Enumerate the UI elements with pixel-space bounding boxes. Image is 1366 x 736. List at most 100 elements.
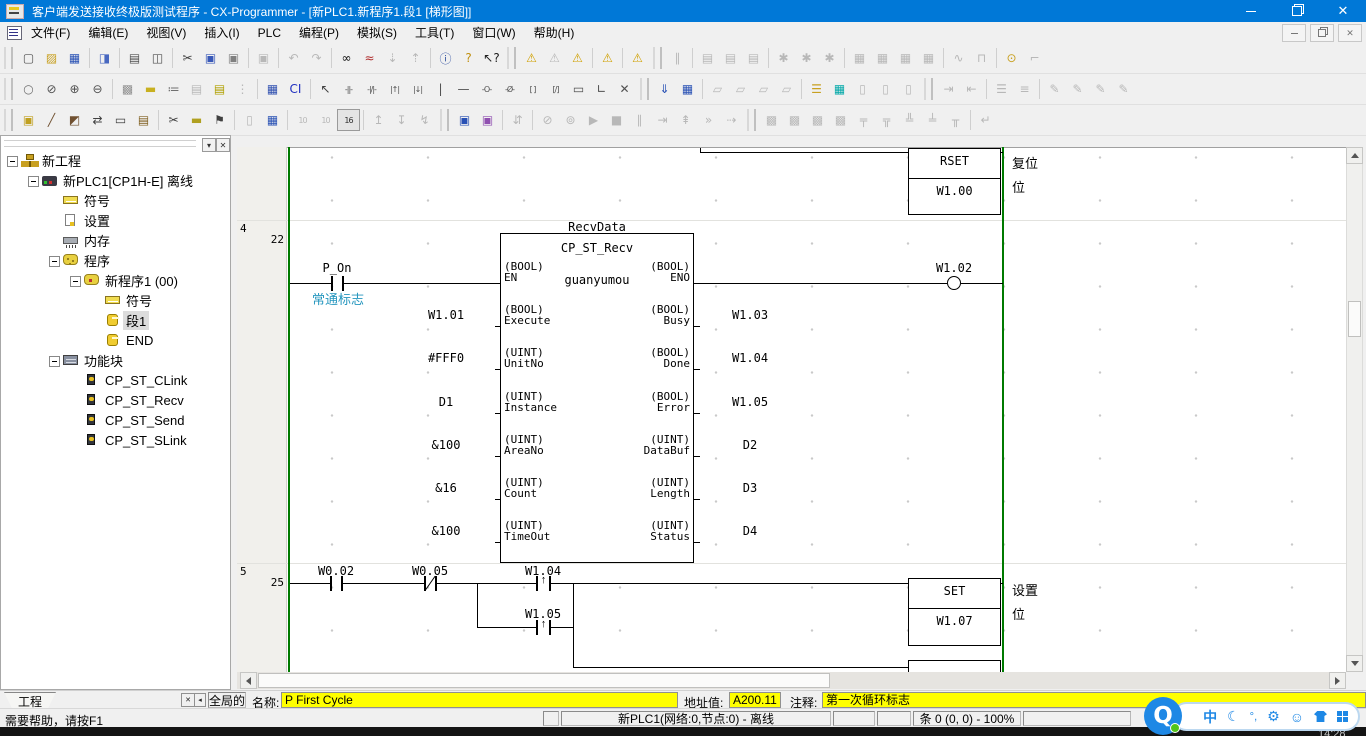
list-style-1-button[interactable]: ☰ — [990, 78, 1013, 100]
menu-tools[interactable]: 工具(T) — [406, 22, 463, 43]
ink-1-button[interactable]: ✎ — [1043, 78, 1066, 100]
watch-prev-button[interactable]: ◂ — [194, 693, 206, 707]
tree-item-section1[interactable]: 段1 — [123, 312, 149, 329]
tree-item-function-blocks[interactable]: 功能块 — [81, 352, 126, 369]
paste-button[interactable]: ▣ — [222, 47, 245, 69]
new-coil-closed-button[interactable]: -Ø- — [498, 78, 521, 100]
tree-expander[interactable] — [49, 356, 60, 367]
sim-run-button[interactable]: ▶ — [582, 109, 605, 131]
print-preview-button[interactable]: ◫ — [146, 47, 169, 69]
find-next-button[interactable]: ⇣ — [381, 47, 404, 69]
minimize-button[interactable] — [1228, 0, 1274, 22]
force-off-button[interactable]: ↧ — [390, 109, 413, 131]
grid-toggle-button[interactable]: ▩ — [116, 78, 139, 100]
fb-input-value-unitno[interactable]: #FFF0 — [404, 351, 488, 365]
tree-expander[interactable] — [49, 256, 60, 267]
io-table-2-button[interactable]: ▦ — [871, 47, 894, 69]
mode-program-button[interactable]: ⊘ — [536, 109, 559, 131]
fb-output-value-done[interactable]: W1.04 — [708, 351, 792, 365]
open-file-button[interactable]: ▨ — [40, 47, 63, 69]
zoom-region-button[interactable]: ⊘ — [40, 78, 63, 100]
mdi-close-button[interactable]: ✕ — [1338, 24, 1362, 42]
menu-program[interactable]: 编程(P) — [290, 22, 348, 43]
tree-item-cp-st-recv[interactable]: CP_ST_Recv — [102, 392, 187, 409]
fb-input-value-instance[interactable]: D1 — [404, 395, 488, 409]
fb-apply-button[interactable]: ⇓ — [653, 78, 676, 100]
about-button[interactable]: ⓘ — [434, 47, 457, 69]
menu-insert[interactable]: 插入(I) — [195, 22, 248, 43]
sim-stop-button[interactable]: ■ — [605, 109, 628, 131]
fb-input-value-execute[interactable]: W1.01 — [404, 308, 488, 322]
vertical-line-button[interactable]: | — [429, 78, 452, 100]
ink-2-button[interactable]: ✎ — [1066, 78, 1089, 100]
diff-monitor-1-button[interactable]: ▩ — [760, 109, 783, 131]
watch-window-1-button[interactable]: ∿ — [947, 47, 970, 69]
fb-view-1-button[interactable]: ▯ — [851, 78, 874, 100]
list-style-2-button[interactable]: ≡ — [1013, 78, 1036, 100]
contact-operand[interactable]: W0.05 — [388, 564, 472, 578]
fb-output-value-status[interactable]: D4 — [708, 524, 792, 538]
comment-edit-button[interactable]: ▬ — [185, 109, 208, 131]
set-instruction-box[interactable]: SET W1.07 — [908, 578, 1001, 646]
ime-moon-icon[interactable]: ☾ — [1227, 708, 1240, 725]
scroll-right-button[interactable] — [1329, 672, 1346, 689]
save-file-button[interactable]: ▦ — [63, 47, 86, 69]
report-2-button[interactable]: ▤ — [719, 47, 742, 69]
rung-wrap-button[interactable]: ▤ — [208, 78, 231, 100]
transfer-button[interactable]: ⚠ — [626, 47, 649, 69]
zoom-out-button[interactable]: ⊖ — [86, 78, 109, 100]
differentiate-1-button[interactable]: ╤ — [852, 109, 875, 131]
window-layout-button[interactable]: ▣ — [17, 109, 40, 131]
differentiate-4-button[interactable]: ╧ — [921, 109, 944, 131]
tree-item-memory[interactable]: 内存 — [81, 232, 113, 249]
properties-button[interactable]: ▤ — [132, 109, 155, 131]
address-value-field[interactable]: A200.11 — [729, 692, 781, 708]
tree-item-new-plc1[interactable]: 新PLC1[CP1H-E] 离线 — [60, 172, 196, 189]
undo-button[interactable]: ↶ — [282, 47, 305, 69]
contact-operand[interactable]: W1.04 — [501, 564, 585, 578]
diff-monitor-3-button[interactable]: ▩ — [806, 109, 829, 131]
monitor-doc-button[interactable]: ▯ — [238, 109, 261, 131]
fb-instance-tree-button[interactable]: ☰ — [805, 78, 828, 100]
option-2-button[interactable]: ✱ — [795, 47, 818, 69]
scroll-left-button[interactable] — [240, 672, 257, 689]
tree-expander[interactable] — [28, 176, 39, 187]
io-table-3-button[interactable]: ▦ — [894, 47, 917, 69]
tree-item-cp-st-clink[interactable]: CP_ST_CLink — [102, 372, 190, 389]
force-cancel-button[interactable]: ↯ — [413, 109, 436, 131]
option-3-button[interactable]: ✱ — [818, 47, 841, 69]
io-table-4-button[interactable]: ▦ — [917, 47, 940, 69]
fb-input-value-areano[interactable]: &100 — [404, 438, 488, 452]
force-on-button[interactable]: ↥ — [367, 109, 390, 131]
fb-output-value-busy[interactable]: W1.03 — [708, 308, 792, 322]
cut-button[interactable]: ✂ — [176, 47, 199, 69]
ime-wrench-icon[interactable]: ⚙ — [1267, 708, 1280, 725]
fb-param-2-button[interactable]: ▱ — [729, 78, 752, 100]
help-button[interactable]: ? — [457, 47, 480, 69]
delete-element-button[interactable]: ✕ — [613, 78, 636, 100]
indent-button[interactable]: ⇥ — [937, 78, 960, 100]
view-mnemonics-button[interactable]: ▦ — [261, 78, 284, 100]
pause-monitor-button[interactable]: ∥ — [666, 47, 689, 69]
select-tool-button[interactable]: ↖ — [314, 78, 337, 100]
find-button[interactable]: ∞ — [335, 47, 358, 69]
fb-output-value-error[interactable]: W1.05 — [708, 395, 792, 409]
fb-param-3-button[interactable]: ▱ — [752, 78, 775, 100]
cross-reference-button[interactable]: ✂ — [162, 109, 185, 131]
output-coil[interactable] — [947, 276, 961, 290]
outdent-button[interactable]: ⇤ — [960, 78, 983, 100]
fb-hr-view-button[interactable]: ▦ — [828, 78, 851, 100]
online-edit-button[interactable]: ⚠ — [596, 47, 619, 69]
ladder-editor-canvas[interactable] — [237, 147, 1346, 672]
tree-item-programs[interactable]: 程序 — [81, 252, 113, 269]
zoom-tool-button[interactable]: ○ — [17, 78, 40, 100]
menu-plc[interactable]: PLC — [249, 24, 290, 42]
sim-scan-run-button[interactable]: ⇢ — [720, 109, 743, 131]
new-contact-nc-button[interactable]: -|/|- — [360, 78, 383, 100]
project-tab[interactable]: 工程 — [4, 692, 56, 709]
new-file-button[interactable]: ▢ — [17, 47, 40, 69]
io-table-1-button[interactable]: ▦ — [848, 47, 871, 69]
watch-close-button[interactable]: ✕ — [181, 693, 195, 707]
fb-input-value-count[interactable]: &16 — [404, 481, 488, 495]
paste-attribute-button[interactable]: ▣ — [252, 47, 275, 69]
